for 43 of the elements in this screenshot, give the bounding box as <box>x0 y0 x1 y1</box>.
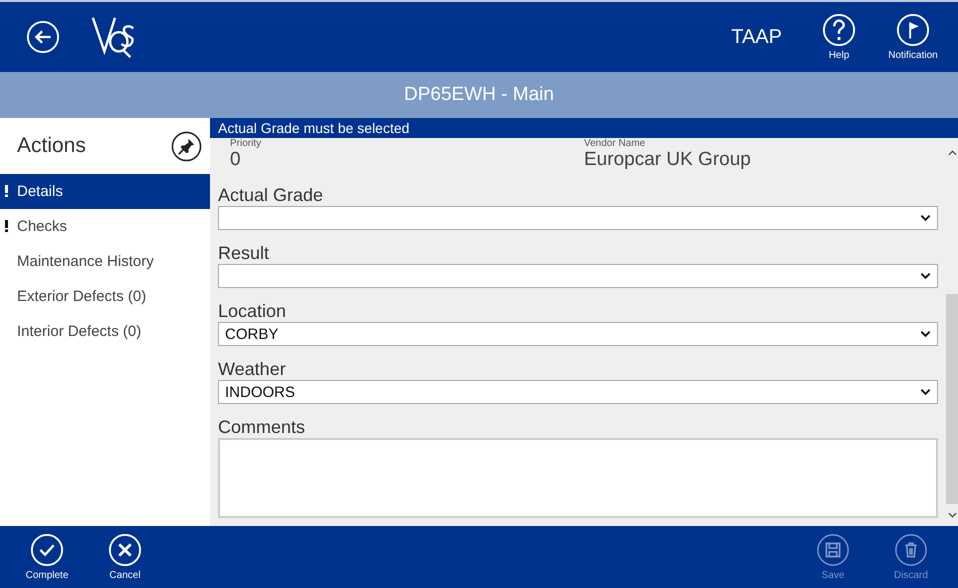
help-icon <box>822 13 856 47</box>
exclamation-icon <box>5 220 8 232</box>
dropdown-field[interactable] <box>218 206 938 230</box>
chevron-down-icon <box>920 272 931 280</box>
flag-icon <box>896 13 930 47</box>
field-label: Result <box>218 242 270 264</box>
close-icon <box>108 533 142 567</box>
sidebar-item[interactable]: Details <box>0 174 210 209</box>
chevron-down-icon <box>920 388 931 396</box>
sidebar-item[interactable]: Interior Defects (0) <box>0 314 210 349</box>
checkmark-icon <box>30 533 64 567</box>
trash-icon <box>894 533 928 567</box>
summary-label: Vendor Name <box>584 138 646 149</box>
cancel-button[interactable]: Cancel <box>86 533 164 581</box>
scroll-down-icon[interactable] <box>948 512 956 518</box>
app-name: TAAP <box>731 26 782 48</box>
floppy-disk-icon <box>816 533 850 567</box>
scroll-up-icon[interactable] <box>948 150 956 156</box>
summary-value: Europcar UK Group <box>584 149 752 170</box>
dropdown-field[interactable]: INDOORS <box>218 380 938 404</box>
sidebar-item[interactable]: Maintenance History <box>0 244 210 279</box>
chevron-down-icon <box>920 214 931 222</box>
exclamation-icon <box>5 185 8 197</box>
sidebar-item[interactable]: Exterior Defects (0) <box>0 279 210 314</box>
field-label: Actual Grade <box>218 184 324 206</box>
field-label: Location <box>218 300 288 322</box>
notification-button[interactable]: Notification <box>876 13 950 61</box>
dropdown-field[interactable] <box>218 264 938 288</box>
sidebar-item[interactable]: Checks <box>0 209 210 244</box>
check-button[interactable]: Complete <box>8 533 86 581</box>
summary-value: 0 <box>230 149 242 170</box>
dropdown-field[interactable]: CORBY <box>218 322 938 346</box>
help-button[interactable]: Help <box>802 13 876 61</box>
back-icon[interactable] <box>26 20 60 54</box>
summary-label: Priority <box>230 138 262 149</box>
chevron-down-icon <box>920 330 931 338</box>
validation-message: Actual Grade must be selected <box>218 120 410 136</box>
page-title: DP65EWH - Main <box>404 84 554 106</box>
pin-icon[interactable] <box>171 130 202 162</box>
field-label: Comments <box>218 416 306 438</box>
sidebar-title: Actions <box>17 134 86 158</box>
field-label: Weather <box>218 358 287 380</box>
comments-field[interactable] <box>218 438 938 518</box>
